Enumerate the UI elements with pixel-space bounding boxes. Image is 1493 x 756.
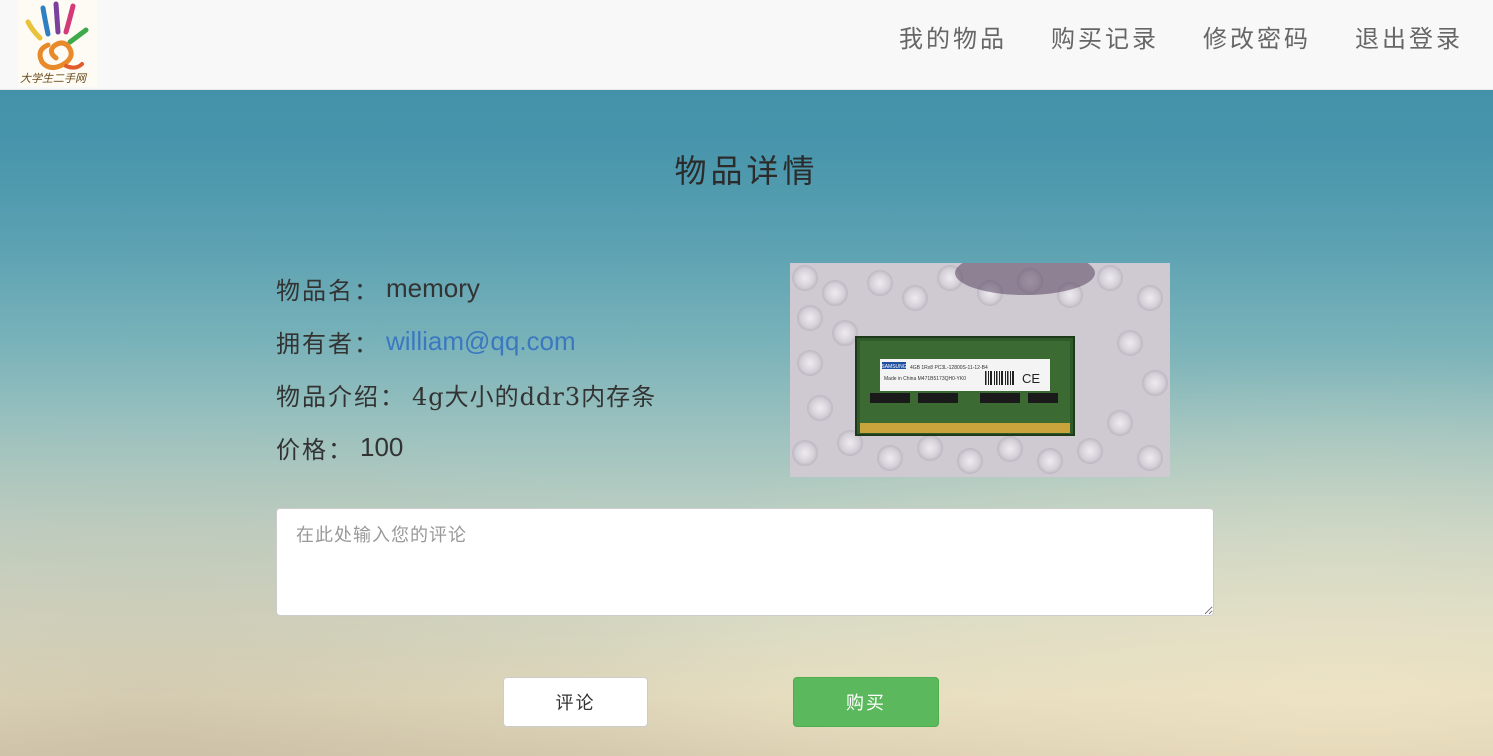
- chip-label-line1: 4GB 1Rx8 PC3L-12800S-11-12-B4: [910, 365, 988, 371]
- item-desc-value: 4g大小的ddr3内存条: [412, 383, 657, 411]
- chip-brand-text: SAMSUNG: [881, 364, 906, 370]
- comment-input[interactable]: [276, 508, 1214, 616]
- nav-menu: 我的物品 购买记录 修改密码 退出登录: [855, 0, 1463, 72]
- top-navbar: 大学生二手网 我的物品 购买记录 修改密码 退出登录: [0, 0, 1493, 90]
- item-owner-value: william@qq.com: [386, 326, 576, 357]
- item-owner-label: 拥有者：: [276, 330, 380, 358]
- nav-item-logout[interactable]: 退出登录: [1355, 19, 1463, 54]
- item-price-row: 价格： 100: [276, 421, 656, 474]
- buy-button[interactable]: 购买: [793, 677, 939, 727]
- item-info: 物品名： memory 拥有者： william@qq.com 物品介绍： 4g…: [276, 262, 656, 474]
- site-logo[interactable]: 大学生二手网: [18, 0, 97, 87]
- chip-ce-mark: CE: [1022, 371, 1040, 386]
- logo-text: 大学生二手网: [20, 72, 86, 85]
- nav-item-my-items[interactable]: 我的物品: [899, 19, 1007, 54]
- item-price-value: 100: [360, 432, 404, 462]
- item-price-label: 价格：: [276, 436, 354, 464]
- comment-button[interactable]: 评论: [503, 677, 648, 727]
- item-name-label: 物品名：: [276, 277, 380, 305]
- nav-item-purchase-history[interactable]: 购买记录: [1051, 19, 1159, 54]
- page-title: 物品详情: [674, 152, 819, 190]
- item-name-value: memory: [386, 273, 480, 303]
- item-owner-row: 拥有者： william@qq.com: [276, 315, 656, 368]
- item-name-row: 物品名： memory: [276, 262, 656, 315]
- nav-item-change-password[interactable]: 修改密码: [1203, 19, 1311, 54]
- product-image: SAMSUNG 4GB 1Rx8 PC3L-12800S-11-12-B4 Ma…: [790, 263, 1170, 477]
- chip-label-line2: Made in China M471B5173QH0-YK0: [884, 376, 966, 382]
- item-desc-label: 物品介绍：: [276, 383, 406, 411]
- item-desc-row: 物品介绍： 4g大小的ddr3内存条: [276, 368, 656, 421]
- owner-email-link[interactable]: william@qq.com: [386, 326, 576, 356]
